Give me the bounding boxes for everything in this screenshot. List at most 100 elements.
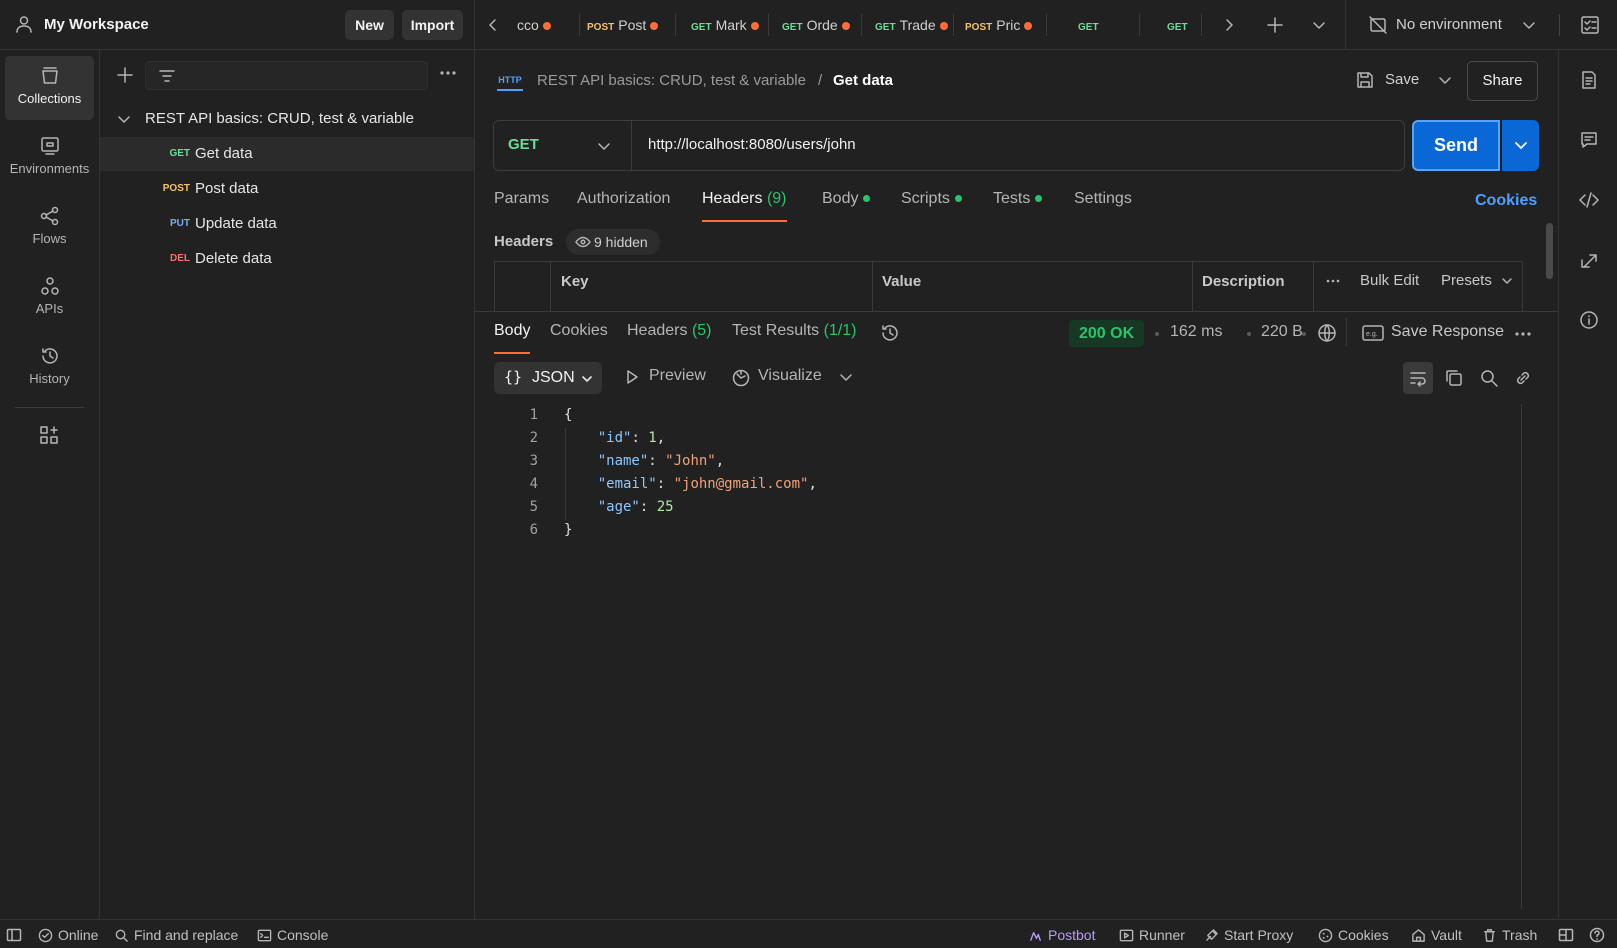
request-tab[interactable]: POST Pric <box>953 0 1046 50</box>
tab-scripts[interactable]: Scripts <box>901 190 962 222</box>
tab-headers[interactable]: Headers (9) <box>702 190 787 222</box>
tab-method: GET <box>691 22 712 33</box>
tab-tests[interactable]: Tests <box>993 190 1043 222</box>
two-pane-view-icon[interactable] <box>1558 926 1579 944</box>
response-history-icon[interactable] <box>879 322 901 344</box>
comments-icon[interactable] <box>1579 130 1599 150</box>
response-tab-headers[interactable]: Headers (5) <box>627 322 712 354</box>
trash-button[interactable]: Trash <box>1482 926 1537 944</box>
rail-item-apis[interactable]: APIs <box>5 266 94 330</box>
toggle-sidebar-icon[interactable] <box>6 926 27 944</box>
rail-item-environments[interactable]: Environments <box>5 126 94 190</box>
visualize-options-icon[interactable] <box>838 369 854 385</box>
request-tab[interactable]: cco <box>517 0 579 50</box>
code-line: 4 "email": "john@gmail.com", <box>529 476 817 492</box>
vault-button[interactable]: Vault <box>1411 926 1462 944</box>
unsaved-dot <box>542 22 551 31</box>
network-globe-icon[interactable] <box>1316 322 1338 344</box>
tab-body[interactable]: Body <box>822 190 871 222</box>
response-tab-body[interactable]: Body <box>494 322 531 354</box>
response-time[interactable]: 162 ms <box>1170 323 1222 341</box>
request-item-update-data[interactable]: PUT Update data <box>100 207 474 241</box>
send-options-button[interactable] <box>1502 120 1539 171</box>
copy-button[interactable] <box>1439 362 1469 394</box>
collection-item[interactable]: REST API basics: CRUD, test & variable <box>100 102 474 136</box>
request-tab[interactable]: POST Post <box>587 0 675 50</box>
cookies-link[interactable]: Cookies <box>1475 192 1537 210</box>
bulk-edit-button[interactable]: Bulk Edit <box>1360 272 1419 289</box>
request-tab[interactable]: GET Trade <box>861 0 953 50</box>
rail-item-collections[interactable]: Collections <box>5 56 94 120</box>
request-item-get-data[interactable]: GET Get data <box>100 137 474 171</box>
more-options-icon[interactable] <box>438 67 458 79</box>
environment-select[interactable]: No environment <box>1345 0 1545 50</box>
new-button[interactable]: New <box>345 10 394 40</box>
pane-divider[interactable] <box>475 311 1558 312</box>
request-method: POST <box>162 183 190 194</box>
response-size[interactable]: 220 B <box>1261 323 1303 341</box>
add-collection-icon[interactable] <box>115 65 135 85</box>
request-tab[interactable]: GET <box>1046 0 1139 50</box>
environment-quick-look-icon[interactable] <box>1579 14 1601 36</box>
copy-icon <box>1444 368 1464 388</box>
tabs-overflow-icon[interactable] <box>1311 17 1327 33</box>
response-scrollbar-track[interactable] <box>1521 404 1522 909</box>
request-tab[interactable]: GET <box>1139 0 1201 50</box>
has-content-dot <box>1035 195 1043 203</box>
breadcrumb-collection[interactable]: REST API basics: CRUD, test & variable <box>537 72 806 89</box>
rail-item-history[interactable]: History <box>5 336 94 400</box>
response-tab-test-results[interactable]: Test Results (1/1) <box>732 322 857 354</box>
tabs-scroll-left-icon[interactable] <box>485 17 501 33</box>
response-more-icon[interactable] <box>1513 328 1533 340</box>
tabs-scroll-right-icon[interactable] <box>1221 17 1237 33</box>
request-item-delete-data[interactable]: DEL Delete data <box>100 242 474 276</box>
code-snippet-icon[interactable] <box>1579 190 1599 210</box>
filter-icon[interactable] <box>158 68 176 84</box>
online-status[interactable]: Online <box>38 926 98 944</box>
link-icon <box>1513 368 1533 388</box>
copy-link-button[interactable] <box>1508 362 1538 394</box>
column-options-icon[interactable] <box>1325 276 1341 286</box>
send-button[interactable]: Send <box>1412 120 1500 171</box>
save-options-icon[interactable] <box>1437 72 1453 88</box>
tab-name: Trade <box>899 17 936 33</box>
documentation-icon[interactable] <box>1579 70 1599 90</box>
share-button[interactable]: Share <box>1467 61 1538 101</box>
related-collections-icon[interactable] <box>1579 250 1599 270</box>
response-tab-cookies[interactable]: Cookies <box>550 322 608 354</box>
find-replace-button[interactable]: Find and replace <box>114 926 238 944</box>
wrap-lines-button[interactable] <box>1403 362 1433 394</box>
user-icon[interactable] <box>14 14 34 34</box>
configure-sidebar-icon[interactable] <box>38 424 60 446</box>
help-icon[interactable] <box>1589 926 1610 944</box>
request-tab[interactable]: GET Orde <box>768 0 861 50</box>
request-scrollbar[interactable] <box>1546 223 1553 279</box>
runner-button[interactable]: Runner <box>1119 926 1185 944</box>
start-proxy-button[interactable]: Start Proxy <box>1204 926 1293 944</box>
request-tab[interactable]: GET Mark <box>675 0 768 50</box>
breadcrumb-request-name[interactable]: Get data <box>833 72 893 89</box>
response-format-select[interactable]: {} JSON <box>494 362 602 394</box>
request-item-post-data[interactable]: POST Post data <box>100 172 474 206</box>
import-button[interactable]: Import <box>402 10 463 40</box>
tab-params[interactable]: Params <box>494 190 549 222</box>
method-select[interactable]: GET <box>494 121 632 170</box>
workspace-title[interactable]: My Workspace <box>44 16 149 33</box>
presets-dropdown[interactable]: Presets <box>1441 272 1512 289</box>
hidden-headers-toggle[interactable]: 9 hidden <box>566 229 660 255</box>
search-button[interactable] <box>1474 362 1504 394</box>
request-tabs-bar: cco POST Post GET Mark GET Orde GET Trade PO… <box>475 0 1617 50</box>
console-button[interactable]: Console <box>257 926 328 944</box>
tab-authorization[interactable]: Authorization <box>577 190 670 222</box>
sidebar-search-input[interactable] <box>145 61 428 90</box>
new-tab-icon[interactable] <box>1265 15 1285 35</box>
info-icon[interactable] <box>1579 310 1599 330</box>
url-input[interactable]: http://localhost:8080/users/john <box>648 136 856 153</box>
tab-settings[interactable]: Settings <box>1074 190 1132 222</box>
rail-item-flows[interactable]: Flows <box>5 196 94 260</box>
status-badge[interactable]: 200 OK <box>1069 320 1145 347</box>
cookies-button[interactable]: Cookies <box>1318 926 1389 944</box>
postbot-button[interactable]: Postbot <box>1028 926 1095 944</box>
tab-name: Mark <box>715 17 747 33</box>
save-button[interactable]: Save <box>1355 61 1465 99</box>
